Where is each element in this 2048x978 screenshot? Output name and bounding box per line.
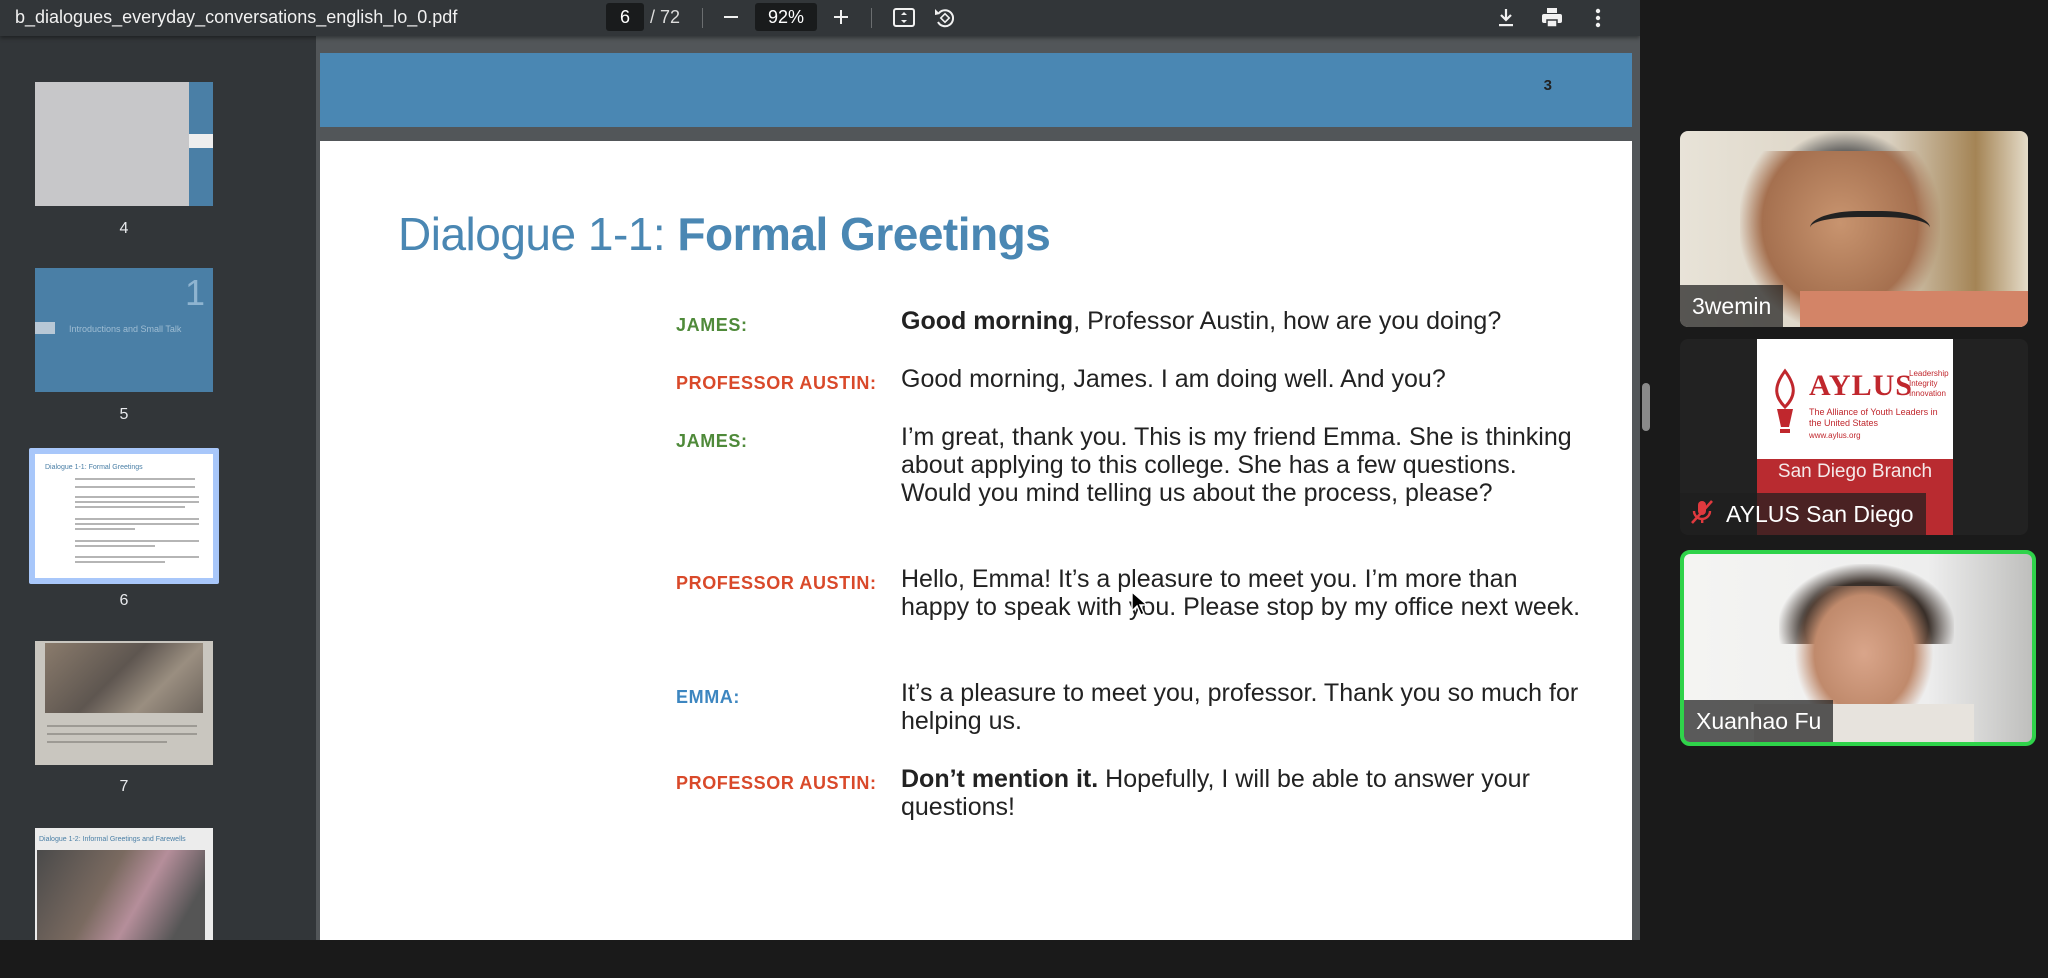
dialogue-title-bold: Formal Greetings [677,208,1051,260]
download-icon [1499,9,1513,27]
pdf-toolbar: b_dialogues_everyday_conversations_engli… [0,0,1640,36]
participant-video [1800,291,2028,327]
dialogue-line: Hello, Emma! It’s a pleasure to meet you… [901,565,1581,621]
dialogue-line-bold: Don’t mention it. [901,765,1099,793]
chapter-subtitle: Introductions and Small Talk [69,324,182,334]
plus-icon [834,10,848,24]
speaker-emma: EMMA: [676,687,740,707]
page-thumbnail-8[interactable]: Dialogue 1-2: Informal Greetings and Far… [35,828,213,940]
dialogue-line: Good morning, Professor Austin, how are … [901,307,1581,335]
thumbnail-text-line [47,725,197,727]
speaker-james: JAMES: [676,315,748,335]
dialogue-line: Don’t mention it. Hopefully, I will be a… [901,765,1581,821]
thumbnail-text-line [75,528,135,530]
pdf-page: Dialogue 1-1: Formal Greetings JAMES: Go… [320,141,1632,940]
thumbnail-text-line [75,523,199,525]
toolbar-divider [702,8,703,28]
thumbnail-text-line [75,540,199,542]
logo-subtitle: The Alliance of Youth Leaders in the Uni… [1809,407,1938,428]
header-page-number: 3 [1543,77,1552,94]
zoom-in-button[interactable] [826,2,856,32]
dialogue-title: Dialogue 1-1: Formal Greetings [398,207,1051,261]
thumbnail-label: 4 [119,220,129,237]
thumbnail-text-line [47,733,197,735]
thumbnail-sidebar: 4 1 Introductions and Small Talk 5 Dialo… [0,36,316,940]
thumbnail-label: 7 [119,778,129,795]
torch-icon [1775,368,1795,433]
page-total: / 72 [650,7,681,27]
thumbnail-text-line [75,496,199,498]
dialogue-line-bold: Good morning [901,307,1074,335]
pdf-viewer: b_dialogues_everyday_conversations_engli… [0,0,1640,940]
thumbnail-text-line [75,545,155,547]
thumbnail-text-line [75,506,185,508]
participant-name: 3wemin [1680,285,1784,327]
participant-name-tag: AYLUS San Diego [1680,493,1926,535]
zoom-out-button[interactable] [716,2,746,32]
participant-name: Xuanhao Fu [1684,700,1834,742]
toolbar-divider [871,8,872,28]
dialogue-line-text: Good morning, James. I am doing well. An… [901,365,1446,393]
speaker-professor-austin: PROFESSOR AUSTIN: [676,373,877,393]
rotate-icon [935,9,955,28]
mic-off-icon [1691,500,1713,524]
download-button[interactable] [1492,4,1520,32]
chapter-number: 1 [184,272,205,313]
page-thumbnail-6-selected[interactable]: Dialogue 1-1: Formal Greetings [29,448,219,584]
thumbnail-photo [37,850,205,940]
page-thumbnail-6: Dialogue 1-1: Formal Greetings [35,454,213,578]
thumbnail-label: 5 [119,406,129,423]
thumbnail-title: Dialogue 1-1: Formal Greetings [45,464,143,471]
thumbnail-text-line [75,478,195,480]
speaker-professor-austin: PROFESSOR AUSTIN: [676,773,877,793]
page-thumbnail-4[interactable] [35,82,213,206]
more-options-button[interactable] [1584,4,1612,32]
dialogue-line: Good morning, James. I am doing well. An… [901,365,1581,393]
rotate-button[interactable] [931,4,959,32]
thumbnail-photo [45,643,203,713]
thumbnail-graphic [189,134,213,148]
participant-video-tile[interactable]: 3wemin [1680,131,2028,327]
previous-page-header: 3 [320,53,1632,127]
thumbnail-label: 6 [119,592,129,609]
dialogue-line-text: , Professor Austin, how are you doing? [1073,307,1502,335]
thumbnail-text-line [75,486,195,488]
print-icon [1542,8,1562,28]
dialogue-title-prefix: Dialogue 1-1: [398,208,678,260]
page-thumbnail-5[interactable]: 1 Introductions and Small Talk [35,268,213,392]
participant-name: AYLUS San Diego [1726,501,1914,527]
thumbnail-text-line [75,518,199,520]
document-title: b_dialogues_everyday_conversations_engli… [15,7,458,27]
dialogue-line-text: Hello, Emma! It’s a pleasure to meet you… [901,565,1581,621]
thumbnail-text-line [75,561,165,563]
participant-video-tile[interactable]: AYLUS Leadership Integrity Innovation Th… [1680,339,2028,535]
scrollbar-thumb[interactable] [1642,383,1650,431]
dialogue-line: It’s a pleasure to meet you, professor. … [901,679,1581,735]
more-vertical-icon [1595,8,1601,28]
thumbnail-text-line [47,741,167,743]
participant-video [1810,211,1930,253]
logo-tagline: Leadership Integrity Innovation [1909,369,1949,398]
branch-name: San Diego Branch [1777,461,1933,482]
thumbnail-title: Dialogue 1-2: Informal Greetings and Far… [39,836,186,843]
thumbnail-text-line [75,501,199,503]
fit-to-page-icon [893,8,915,27]
mouse-cursor-icon [1131,591,1149,616]
speaker-james: JAMES: [676,431,748,451]
speaker-professor-austin: PROFESSOR AUSTIN: [676,573,877,593]
thumbnail-graphic [35,322,55,334]
page-thumbnail-7[interactable] [35,641,213,765]
dialogue-line-text: I’m great, thank you. This is my friend … [901,423,1572,507]
print-button[interactable] [1538,4,1566,32]
zoom-input[interactable]: 92% [755,3,817,31]
page-number-input[interactable]: 6 [606,3,644,31]
fit-to-page-button[interactable] [890,4,918,32]
minus-icon [724,16,738,18]
dialogue-line-text: It’s a pleasure to meet you, professor. … [901,679,1579,735]
logo-name: AYLUS [1809,369,1913,402]
dialogue-line: I’m great, thank you. This is my friend … [901,423,1581,507]
logo-url: www.aylus.org [1809,431,1861,440]
participant-video-tile-active[interactable]: Xuanhao Fu [1680,550,2036,746]
thumbnail-text-line [75,556,199,558]
